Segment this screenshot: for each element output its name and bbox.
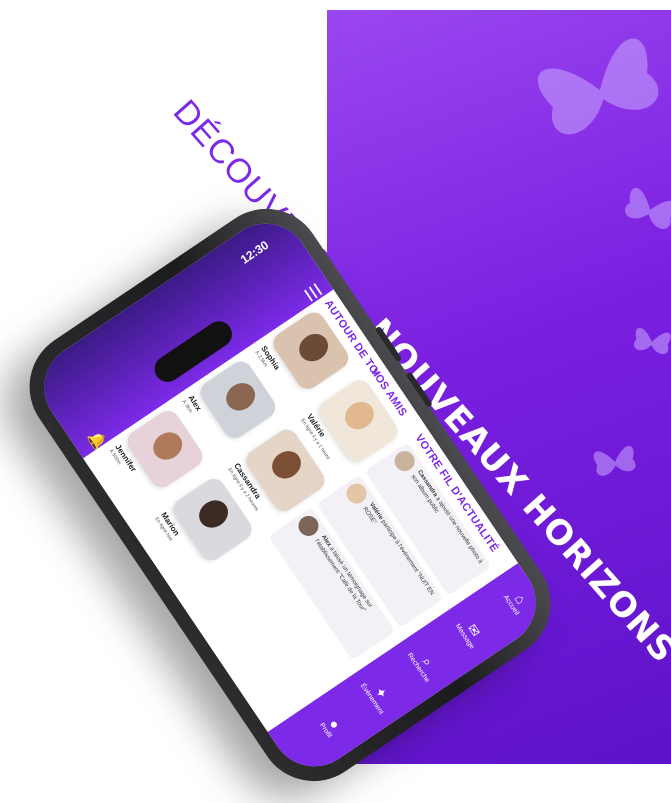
avatar [390, 447, 419, 475]
butterfly-icon [587, 436, 644, 488]
nav-item-recherche[interactable]: ⌕ Recherche [400, 635, 449, 693]
butterfly-icon [627, 317, 671, 368]
avatar [294, 512, 323, 540]
nav-item-message[interactable]: ✉ Message [447, 603, 496, 661]
nav-item-profil[interactable]: ● Profil [307, 697, 356, 755]
avatar [342, 479, 371, 508]
nav-item-evenement[interactable]: ✦ Évènement [354, 666, 403, 724]
